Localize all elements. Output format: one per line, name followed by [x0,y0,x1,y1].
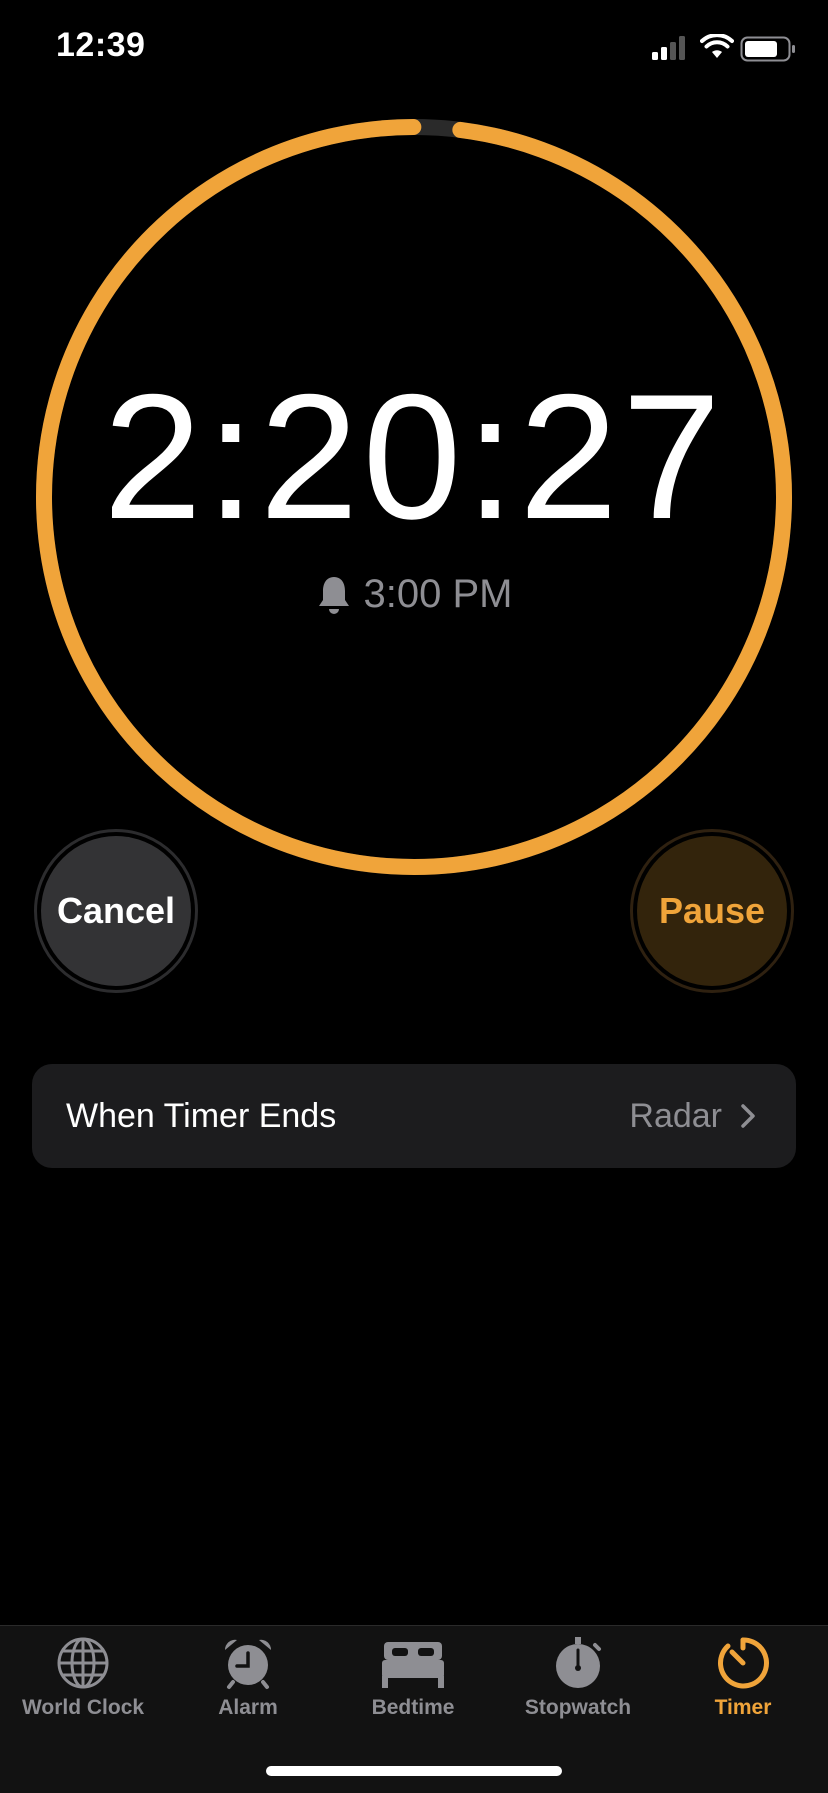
pause-button-label: Pause [658,890,766,931]
cancel-button[interactable]: Cancel [34,829,198,993]
timer-end-time-row: 3:00 PM [0,572,828,617]
stopwatch-icon [556,1637,601,1688]
timer-remaining: 2:20:27 [103,357,725,556]
tab-stopwatch[interactable]: Stopwatch [503,1636,653,1720]
timer-end-time: 3:00 PM [363,572,513,616]
tab-label: Alarm [218,1696,278,1719]
tab-bedtime[interactable]: Bedtime [338,1636,488,1720]
tab-label: Timer [714,1696,772,1719]
bell-icon [318,576,349,614]
when-timer-ends-row[interactable]: When Timer Ends Radar [32,1064,796,1168]
tab-alarm[interactable]: Alarm [173,1636,323,1720]
tab-timer[interactable]: Timer [668,1636,818,1720]
bed-icon [382,1642,444,1688]
tab-label: Stopwatch [524,1696,632,1719]
when-timer-ends-label: When Timer Ends [66,1096,337,1135]
timer-icon [718,1637,769,1689]
alarm-clock-icon [224,1639,272,1689]
tab-label: Bedtime [371,1696,455,1719]
cancel-button-label: Cancel [56,890,176,931]
tab-label: World Clock [21,1696,145,1719]
globe-icon [57,1637,109,1689]
chevron-right-icon [741,1104,755,1128]
tab-world-clock[interactable]: World Clock [8,1636,158,1720]
home-indicator [266,1766,562,1776]
pause-button[interactable]: Pause [630,829,794,993]
timer-sound-value: Radar [629,1096,722,1135]
